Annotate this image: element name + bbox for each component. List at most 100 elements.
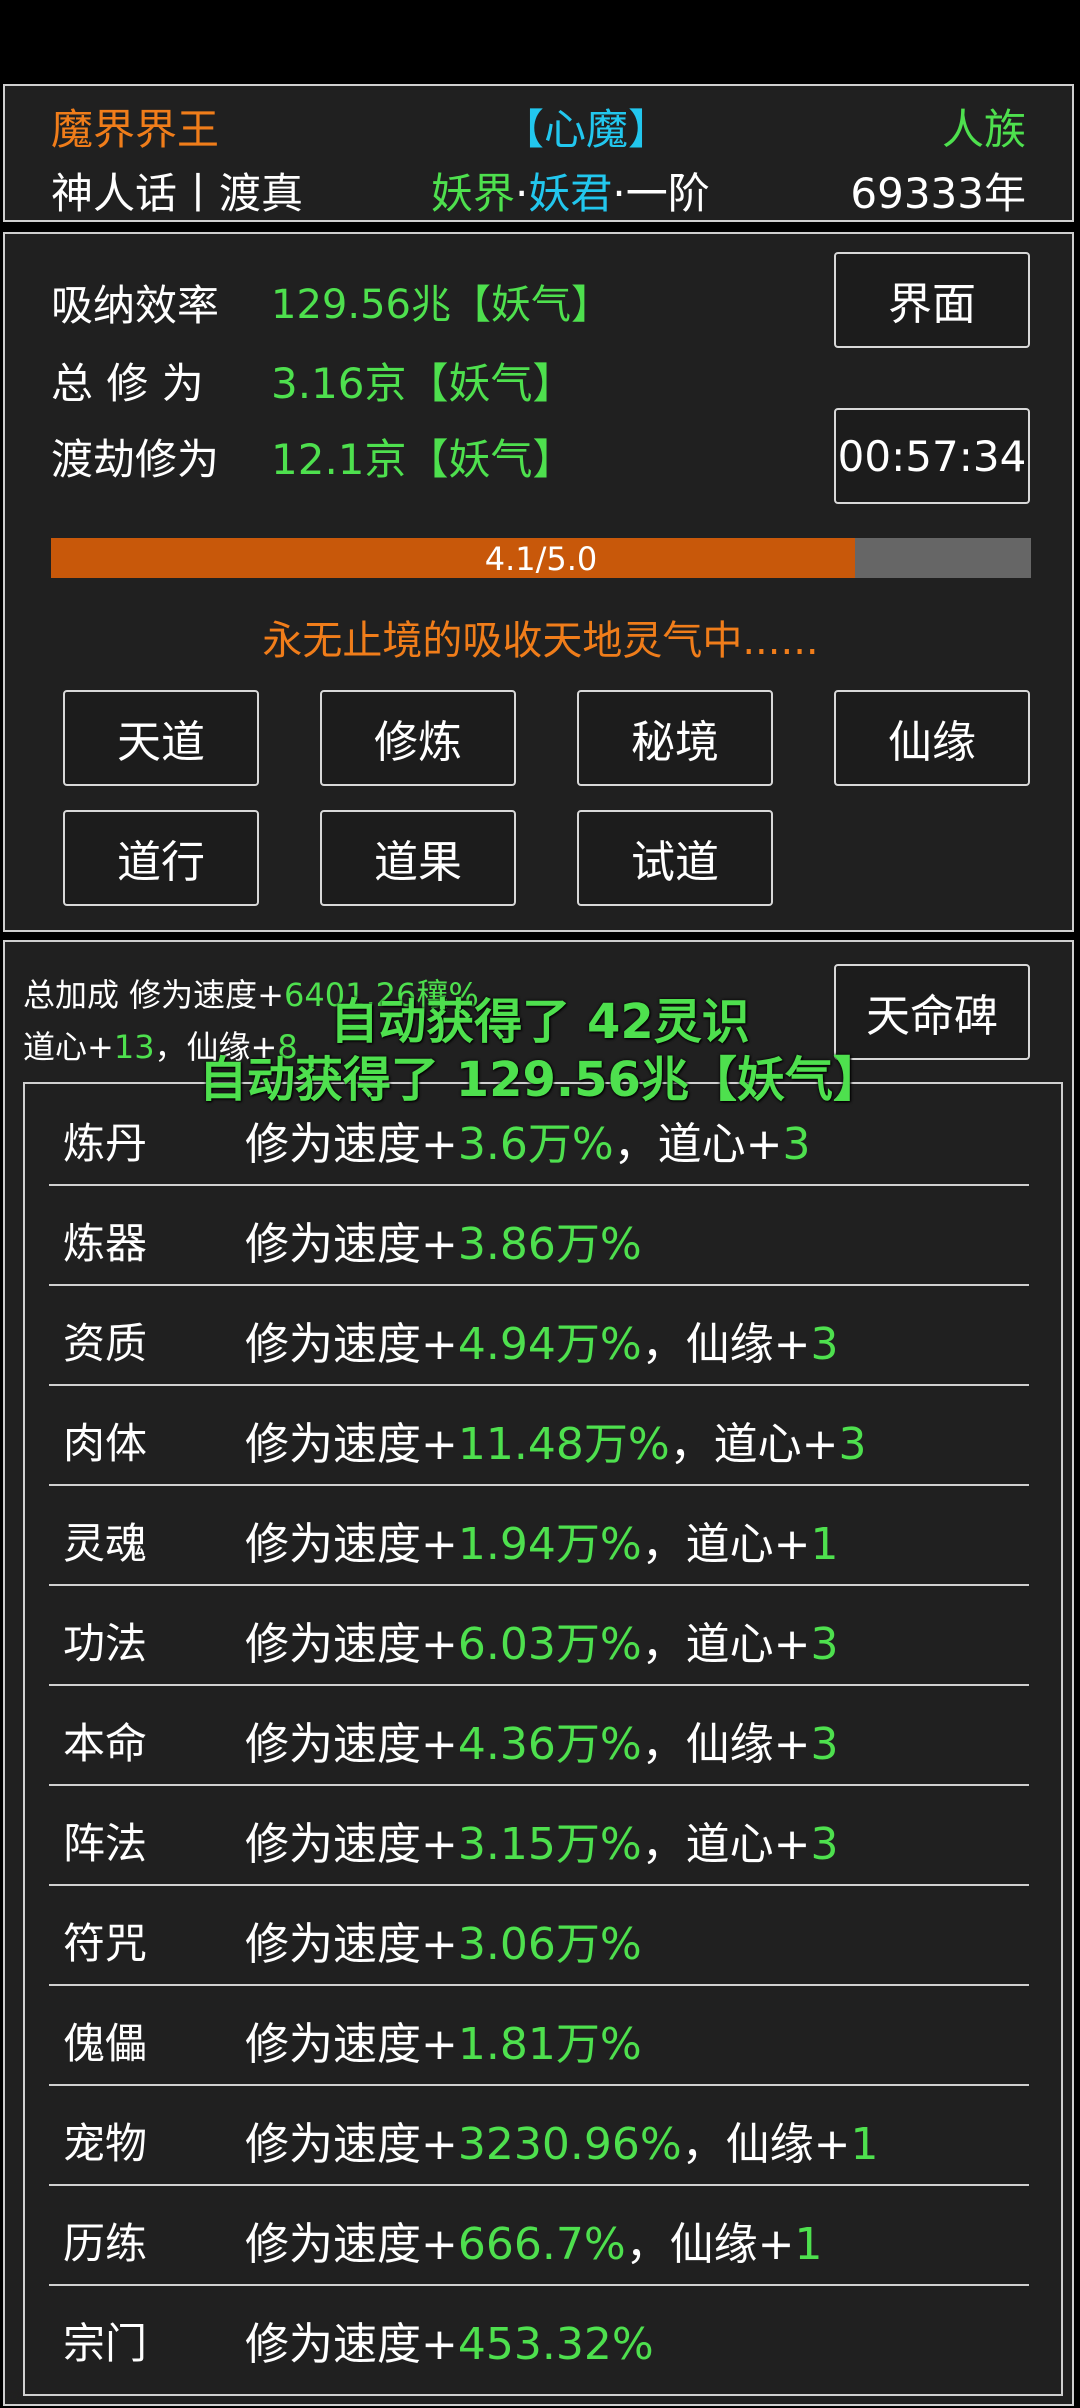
bonus-row-extra-value: 3 (782, 1119, 811, 1170)
bonus-row-extra-label: ，道心+ (669, 1419, 839, 1470)
absorb-label: 吸纳效率 (51, 281, 220, 330)
total-value: 3.16京【妖气】 (271, 359, 575, 408)
status-text: 永无止境的吸收天地灵气中...... (262, 618, 819, 664)
bonus-row-extra-label: ，道心+ (641, 1819, 811, 1870)
bonus-row-name: 傀儡 (63, 2019, 148, 2068)
bonus-row-name: 炼器 (63, 1219, 148, 1268)
bonus-row-desc: 修为速度+3.86万% (245, 1208, 642, 1272)
bonus-row-name: 宠物 (63, 2119, 148, 2168)
bonus-row: 符咒 修为速度+3.06万% (49, 1888, 1029, 1986)
shidao-button[interactable]: 试道 (577, 810, 773, 906)
bonus-row-value: 3.06万% (457, 1919, 642, 1970)
bonus-row-name: 炼丹 (63, 1119, 148, 1168)
bonus-row-extra-value: 1 (794, 2219, 823, 2270)
realm-stage: ·一阶 (612, 169, 710, 218)
bonus-row: 宠物 修为速度+3230.96%，仙缘+1 (49, 2088, 1029, 2186)
bonus-row-extra-label: ，仙缘+ (681, 2119, 851, 2170)
title-left: 魔界界王 (51, 105, 220, 154)
bonus-row-prefix: 修为速度+ (245, 1219, 458, 1270)
bonus-row-value: 3.15万% (457, 1819, 642, 1870)
bonus-row-desc: 修为速度+11.48万%，道心+3 (245, 1408, 867, 1472)
total-label: 总 修 为 (51, 359, 204, 408)
bonus-row-desc: 修为速度+666.7%，仙缘+1 (245, 2208, 823, 2272)
bonus-row-extra-value: 3 (810, 1319, 839, 1370)
bonus-row-prefix: 修为速度+ (245, 1619, 458, 1670)
bonus-row-prefix: 修为速度+ (245, 1719, 458, 1770)
bonus-row-desc: 修为速度+4.94万%，仙缘+3 (245, 1308, 839, 1372)
race-label: 人族 (941, 105, 1026, 154)
bonus-row-prefix: 修为速度+ (245, 2119, 458, 2170)
bonus-row-desc: 修为速度+4.36万%，仙缘+3 (245, 1708, 839, 1772)
bonus-list: 炼丹 修为速度+3.6万%，道心+3 炼器 修为速度+3.86万% 资质 修为速度+4.9… (23, 1082, 1063, 2396)
bonus-row-desc: 修为速度+6.03万%，道心+3 (245, 1608, 839, 1672)
tiandao-button[interactable]: 天道 (63, 690, 259, 786)
xianyuan-button[interactable]: 仙缘 (834, 690, 1030, 786)
bonus-row-prefix: 修为速度+ (245, 1519, 458, 1570)
bonus-row-extra-value: 1 (810, 1519, 839, 1570)
bonus-row-value: 4.36万% (457, 1719, 642, 1770)
bonus-row-value: 4.94万% (457, 1319, 642, 1370)
realm-dot: · (515, 169, 529, 218)
bonus-row-value: 11.48万% (457, 1419, 670, 1470)
bonus-row-extra-label: ，道心+ (641, 1619, 811, 1670)
bonus-row-desc: 修为速度+3230.96%，仙缘+1 (245, 2108, 879, 2172)
bonus-row-name: 肉体 (63, 1419, 148, 1468)
bonus-row-prefix: 修为速度+ (245, 2319, 458, 2370)
bonus-row-extra-label: ，道心+ (613, 1119, 783, 1170)
bonus-row-value: 666.7% (457, 2219, 626, 2270)
bonus-row-value: 1.81万% (457, 2019, 642, 2070)
xiulian-button[interactable]: 修炼 (320, 690, 516, 786)
bonus-row-name: 阵法 (63, 1819, 148, 1868)
bonus-row: 傀儡 修为速度+1.81万% (49, 1988, 1029, 2086)
bonus-row-prefix: 修为速度+ (245, 1419, 458, 1470)
bonus-row-value: 3.86万% (457, 1219, 642, 1270)
progress-text: 4.1/5.0 (484, 540, 598, 578)
bonus-row: 功法 修为速度+6.03万%，道心+3 (49, 1588, 1029, 1686)
bonus-row-extra-label: ，仙缘+ (641, 1719, 811, 1770)
bonus-row: 灵魂 修为速度+1.94万%，道心+1 (49, 1488, 1029, 1586)
bonus-panel: 总加成 修为速度+6401.26穰% 道心+13，仙缘+8 天命碑 炼丹 修为速度… (3, 940, 1074, 2406)
interface-button[interactable]: 界面 (834, 252, 1030, 348)
title-center: 【心魔】 (502, 105, 671, 154)
age-label: 69333年 (850, 169, 1026, 218)
sub-left: 神人话丨渡真 (51, 169, 304, 218)
bonus-row-desc: 修为速度+1.81万% (245, 2008, 642, 2072)
bonus-row-name: 历练 (63, 2219, 148, 2268)
daoxing-button[interactable]: 道行 (63, 810, 259, 906)
bonus-row: 宗门 修为速度+453.32% (49, 2288, 1029, 2386)
bonus-row: 炼器 修为速度+3.86万% (49, 1188, 1029, 1286)
bonus-row-extra-value: 3 (810, 1819, 839, 1870)
bonus-row: 历练 修为速度+666.7%，仙缘+1 (49, 2188, 1029, 2286)
realm-line: 妖界·妖君·一阶 (431, 160, 710, 221)
progress-bar: 4.1/5.0 (51, 538, 1031, 578)
bonus-row-value: 453.32% (457, 2319, 654, 2370)
bonus-row-prefix: 修为速度+ (245, 1819, 458, 1870)
bonus-row-extra-value: 3 (810, 1719, 839, 1770)
bonus-row-name: 资质 (63, 1319, 148, 1368)
bonus-row-name: 灵魂 (63, 1519, 148, 1568)
bonus-row-value: 3230.96% (457, 2119, 682, 2170)
bonus-row-name: 功法 (63, 1619, 148, 1668)
bonus-row-extra-label: ，仙缘+ (641, 1319, 811, 1370)
daoguo-button[interactable]: 道果 (320, 810, 516, 906)
header-panel: 魔界界王 【心魔】 人族 神人话丨渡真 妖界·妖君·一阶 69333年 (3, 84, 1074, 222)
bonus-row-value: 1.94万% (457, 1519, 642, 1570)
bonus-row-prefix: 修为速度+ (245, 1919, 458, 1970)
mijing-button[interactable]: 秘境 (577, 690, 773, 786)
bonus-row: 本命 修为速度+4.36万%，仙缘+3 (49, 1688, 1029, 1786)
bonus-row-prefix: 修为速度+ (245, 1319, 458, 1370)
bonus-row-prefix: 修为速度+ (245, 1119, 458, 1170)
tribulation-label: 渡劫修为 (51, 435, 220, 484)
bonus-row-prefix: 修为速度+ (245, 2019, 458, 2070)
tribulation-value: 12.1京【妖气】 (271, 435, 575, 484)
bonus-row-extra-value: 1 (850, 2119, 879, 2170)
bonus-row: 阵法 修为速度+3.15万%，道心+3 (49, 1788, 1029, 1886)
notification-qi: 自动获得了 129.56兆【妖气】 (199, 1052, 881, 1108)
bonus-row-desc: 修为速度+3.06万% (245, 1908, 642, 1972)
bonus-row-desc: 修为速度+3.6万%，道心+3 (245, 1108, 811, 1172)
realm-world: 妖界 (431, 169, 516, 218)
bonus-row: 资质 修为速度+4.94万%，仙缘+3 (49, 1288, 1029, 1386)
bonus-row-extra-label: ，仙缘+ (625, 2219, 795, 2270)
bonus-row-value: 3.6万% (457, 1119, 614, 1170)
bonus-row-extra-value: 3 (838, 1419, 867, 1470)
